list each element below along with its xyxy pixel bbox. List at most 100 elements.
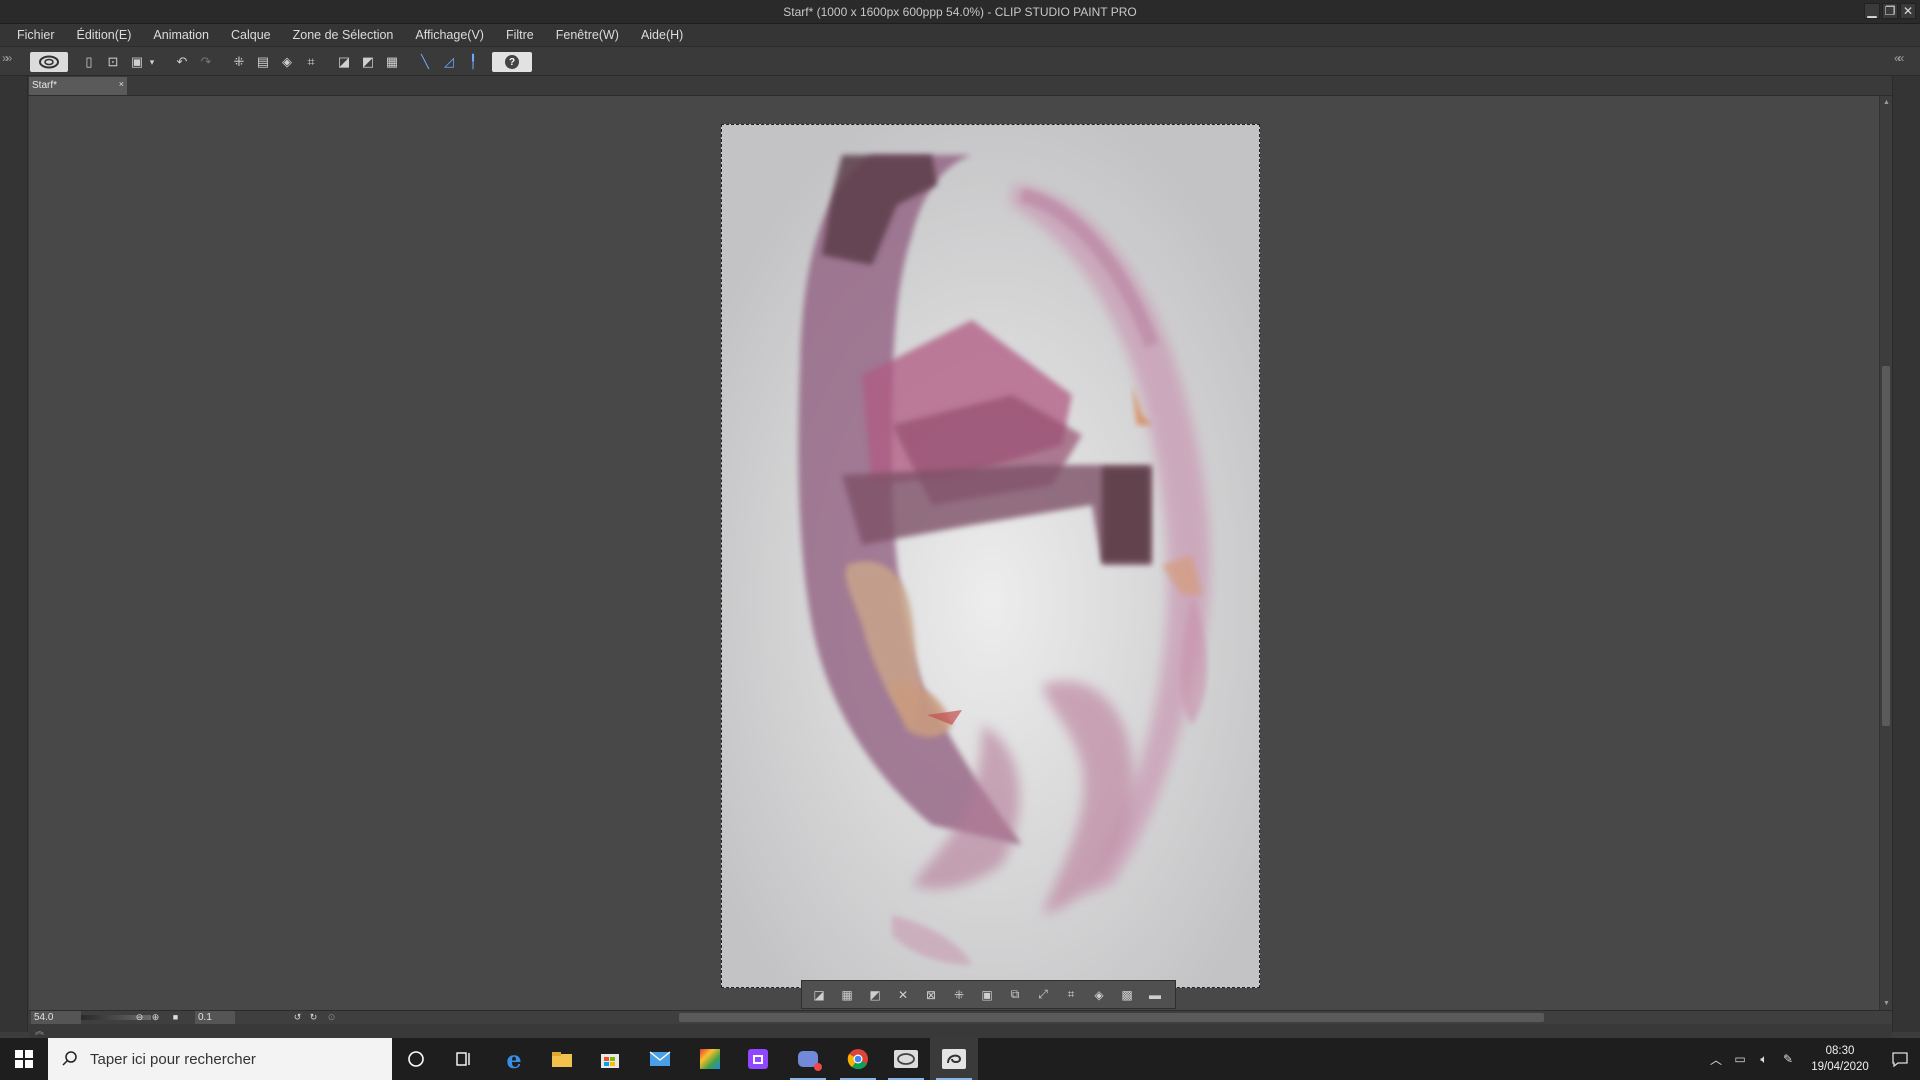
command-bar: »» ▯ ⊡ ▣ ▾ ↶ ↷ ⁜ ▤ ◈ ⌗ ◪ ◩ ▦ ╲ ◿ ╿ ? «« xyxy=(0,46,1920,76)
windows-taskbar: Taper ici pour rechercher e ︿ ▭ 🔈︎ ✎ 08:… xyxy=(0,1038,1920,1080)
help-button[interactable]: ? xyxy=(492,52,532,72)
cortana-icon[interactable] xyxy=(392,1038,440,1080)
minimize-icon[interactable]: ▁ xyxy=(1864,3,1880,19)
menu-aide[interactable]: Aide(H) xyxy=(630,24,694,46)
expand-icon[interactable]: ⤢ xyxy=(1032,985,1054,1005)
search-icon xyxy=(62,1051,77,1066)
left-panel-strip xyxy=(0,76,28,1032)
menu-calque[interactable]: Calque xyxy=(220,24,282,46)
show-hidden-icons-icon[interactable]: ︿ xyxy=(1704,1038,1728,1080)
edge-icon[interactable]: e xyxy=(490,1038,538,1080)
crop-icon[interactable]: ◩ xyxy=(359,53,377,71)
clear-icon[interactable]: ⊠ xyxy=(920,985,942,1005)
rotate-right-icon[interactable]: ↻ xyxy=(307,1011,320,1024)
restore-icon[interactable]: ❐ xyxy=(1882,3,1898,19)
clock-time: 08:30 xyxy=(1825,1045,1855,1057)
chrome-icon[interactable] xyxy=(834,1038,882,1080)
document-tab-bar: Starf* × xyxy=(28,76,1892,96)
help-icon: ? xyxy=(505,55,519,69)
drawing-canvas[interactable] xyxy=(721,124,1260,988)
store-icon[interactable] xyxy=(586,1038,634,1080)
hide-selection-icon[interactable]: ◪ xyxy=(335,53,353,71)
menu-fichier[interactable]: Fichier xyxy=(6,24,66,46)
shrink-icon[interactable]: ⌗ xyxy=(1060,985,1082,1005)
canvas-workspace[interactable]: ◪ ▦ ◩ ✕ ⊠ ⁜ ▣ ⧉ ⤢ ⌗ ◈ ▩ ▬ xyxy=(29,96,1879,1010)
open-file-icon[interactable]: ⊡ xyxy=(104,53,122,71)
clip-studio-paint-icon[interactable] xyxy=(930,1038,978,1080)
snap-ruler-icon[interactable]: ╲ xyxy=(416,53,434,71)
checker-icon[interactable]: ▩ xyxy=(1116,985,1138,1005)
invert-icon[interactable]: ◩ xyxy=(864,985,886,1005)
pen-icon[interactable]: ✎ xyxy=(1776,1038,1800,1080)
menu-affichage[interactable]: Affichage(V) xyxy=(404,24,495,46)
zoom-value[interactable]: 54.0 xyxy=(31,1011,81,1024)
expand-bottom-icon[interactable]: ︽ xyxy=(35,1024,44,1037)
tab-close-icon[interactable]: × xyxy=(119,79,124,89)
mail-icon[interactable] xyxy=(636,1038,684,1080)
menu-fenetre[interactable]: Fenêtre(W) xyxy=(545,24,630,46)
file-explorer-icon[interactable] xyxy=(538,1038,586,1080)
system-tray: ︿ ▭ 🔈︎ ✎ 08:30 19/04/2020 xyxy=(1704,1038,1920,1080)
rotation-value[interactable]: 0.1 xyxy=(195,1011,235,1024)
clip-studio-logo-icon[interactable] xyxy=(30,52,68,72)
redo-icon[interactable]: ↷ xyxy=(197,53,215,71)
search-placeholder: Taper ici pour rechercher xyxy=(90,1050,256,1068)
navigator-status-bar: 54.0 ⊖ ⊕ ■ 0.1 ↺ ↻ ⊙ xyxy=(29,1010,1892,1024)
scroll-up-icon[interactable]: ▲ xyxy=(1882,98,1891,107)
new-file-icon[interactable]: ▯ xyxy=(80,53,98,71)
save-icon[interactable]: ▣ xyxy=(128,53,146,71)
reset-rotation-icon[interactable]: ⊙ xyxy=(325,1011,338,1024)
title-bar: Starf* (1000 x 1600px 600ppp 54.0%) - CL… xyxy=(0,0,1920,24)
menu-bar: Fichier Édition(E) Animation Calque Zone… xyxy=(0,24,1920,46)
transform-selection-icon[interactable]: ⧉ xyxy=(1004,985,1026,1005)
snap-special-ruler-icon[interactable]: ◿ xyxy=(440,53,458,71)
vertical-scrollbar[interactable]: ▲ ▼ xyxy=(1879,96,1892,1010)
snap-grid-icon[interactable]: ╿ xyxy=(464,53,482,71)
menu-animation[interactable]: Animation xyxy=(142,24,220,46)
task-view-icon[interactable] xyxy=(440,1038,488,1080)
clock[interactable]: 08:30 19/04/2020 xyxy=(1800,1043,1880,1075)
select-all-icon[interactable]: ▦ xyxy=(383,53,401,71)
dropdown-icon[interactable]: ▾ xyxy=(146,53,158,71)
crop-selection-icon[interactable]: ⁜ xyxy=(948,985,970,1005)
eraser-icon[interactable]: ◈ xyxy=(278,53,296,71)
zoom-in-icon[interactable]: ⊕ xyxy=(149,1011,162,1024)
vertical-scroll-thumb[interactable] xyxy=(1882,366,1890,726)
taskbar-search[interactable]: Taper ici pour rechercher xyxy=(48,1038,392,1080)
clear-selection-icon[interactable]: ⁜ xyxy=(230,53,248,71)
expand-right-icon[interactable]: «« xyxy=(1894,51,1905,65)
undo-icon[interactable]: ↶ xyxy=(173,53,191,71)
document-tab[interactable]: Starf* × xyxy=(29,77,127,95)
menu-zone-selection[interactable]: Zone de Sélection xyxy=(282,24,405,46)
select-all-icon[interactable]: ▦ xyxy=(836,985,858,1005)
clock-date: 19/04/2020 xyxy=(1811,1061,1869,1073)
clip-studio-icon[interactable] xyxy=(882,1038,930,1080)
discord-icon[interactable] xyxy=(784,1038,832,1080)
scale-icon[interactable]: ◈ xyxy=(1088,985,1110,1005)
window-title: Starf* (1000 x 1600px 600ppp 54.0%) - CL… xyxy=(783,5,1137,19)
volume-icon[interactable]: 🔈︎ xyxy=(1752,1038,1776,1080)
horizontal-scrollbar[interactable] xyxy=(679,1013,1544,1022)
notification-icon[interactable] xyxy=(1880,1038,1920,1080)
deselect-icon[interactable]: ◪ xyxy=(808,985,830,1005)
zoom-out-icon[interactable]: ⊖ xyxy=(133,1011,146,1024)
bottom-dock-strip: ︽ xyxy=(29,1024,1892,1038)
close-icon[interactable]: ✕ xyxy=(1900,3,1916,19)
rotate-left-icon[interactable]: ↺ xyxy=(291,1011,304,1024)
fill-icon[interactable]: ▤ xyxy=(254,53,272,71)
color-app-icon[interactable] xyxy=(686,1038,734,1080)
menu-edition[interactable]: Édition(E) xyxy=(66,24,143,46)
right-panel-strip xyxy=(1892,76,1920,1032)
transform-icon[interactable]: ⌗ xyxy=(302,53,320,71)
start-button[interactable] xyxy=(0,1038,48,1080)
fit-screen-icon[interactable]: ■ xyxy=(169,1011,182,1024)
twitch-icon[interactable] xyxy=(734,1038,782,1080)
collapse-icon[interactable]: ▬ xyxy=(1144,985,1166,1005)
menu-filtre[interactable]: Filtre xyxy=(495,24,545,46)
expand-left-icon[interactable]: »» xyxy=(2,51,13,65)
network-icon[interactable]: ▭ xyxy=(1728,1038,1752,1080)
clear-outside-icon[interactable]: ✕ xyxy=(892,985,914,1005)
window-controls: ▁ ❐ ✕ xyxy=(1864,3,1916,19)
fill-selection-icon[interactable]: ▣ xyxy=(976,985,998,1005)
scroll-down-icon[interactable]: ▼ xyxy=(1882,999,1891,1008)
